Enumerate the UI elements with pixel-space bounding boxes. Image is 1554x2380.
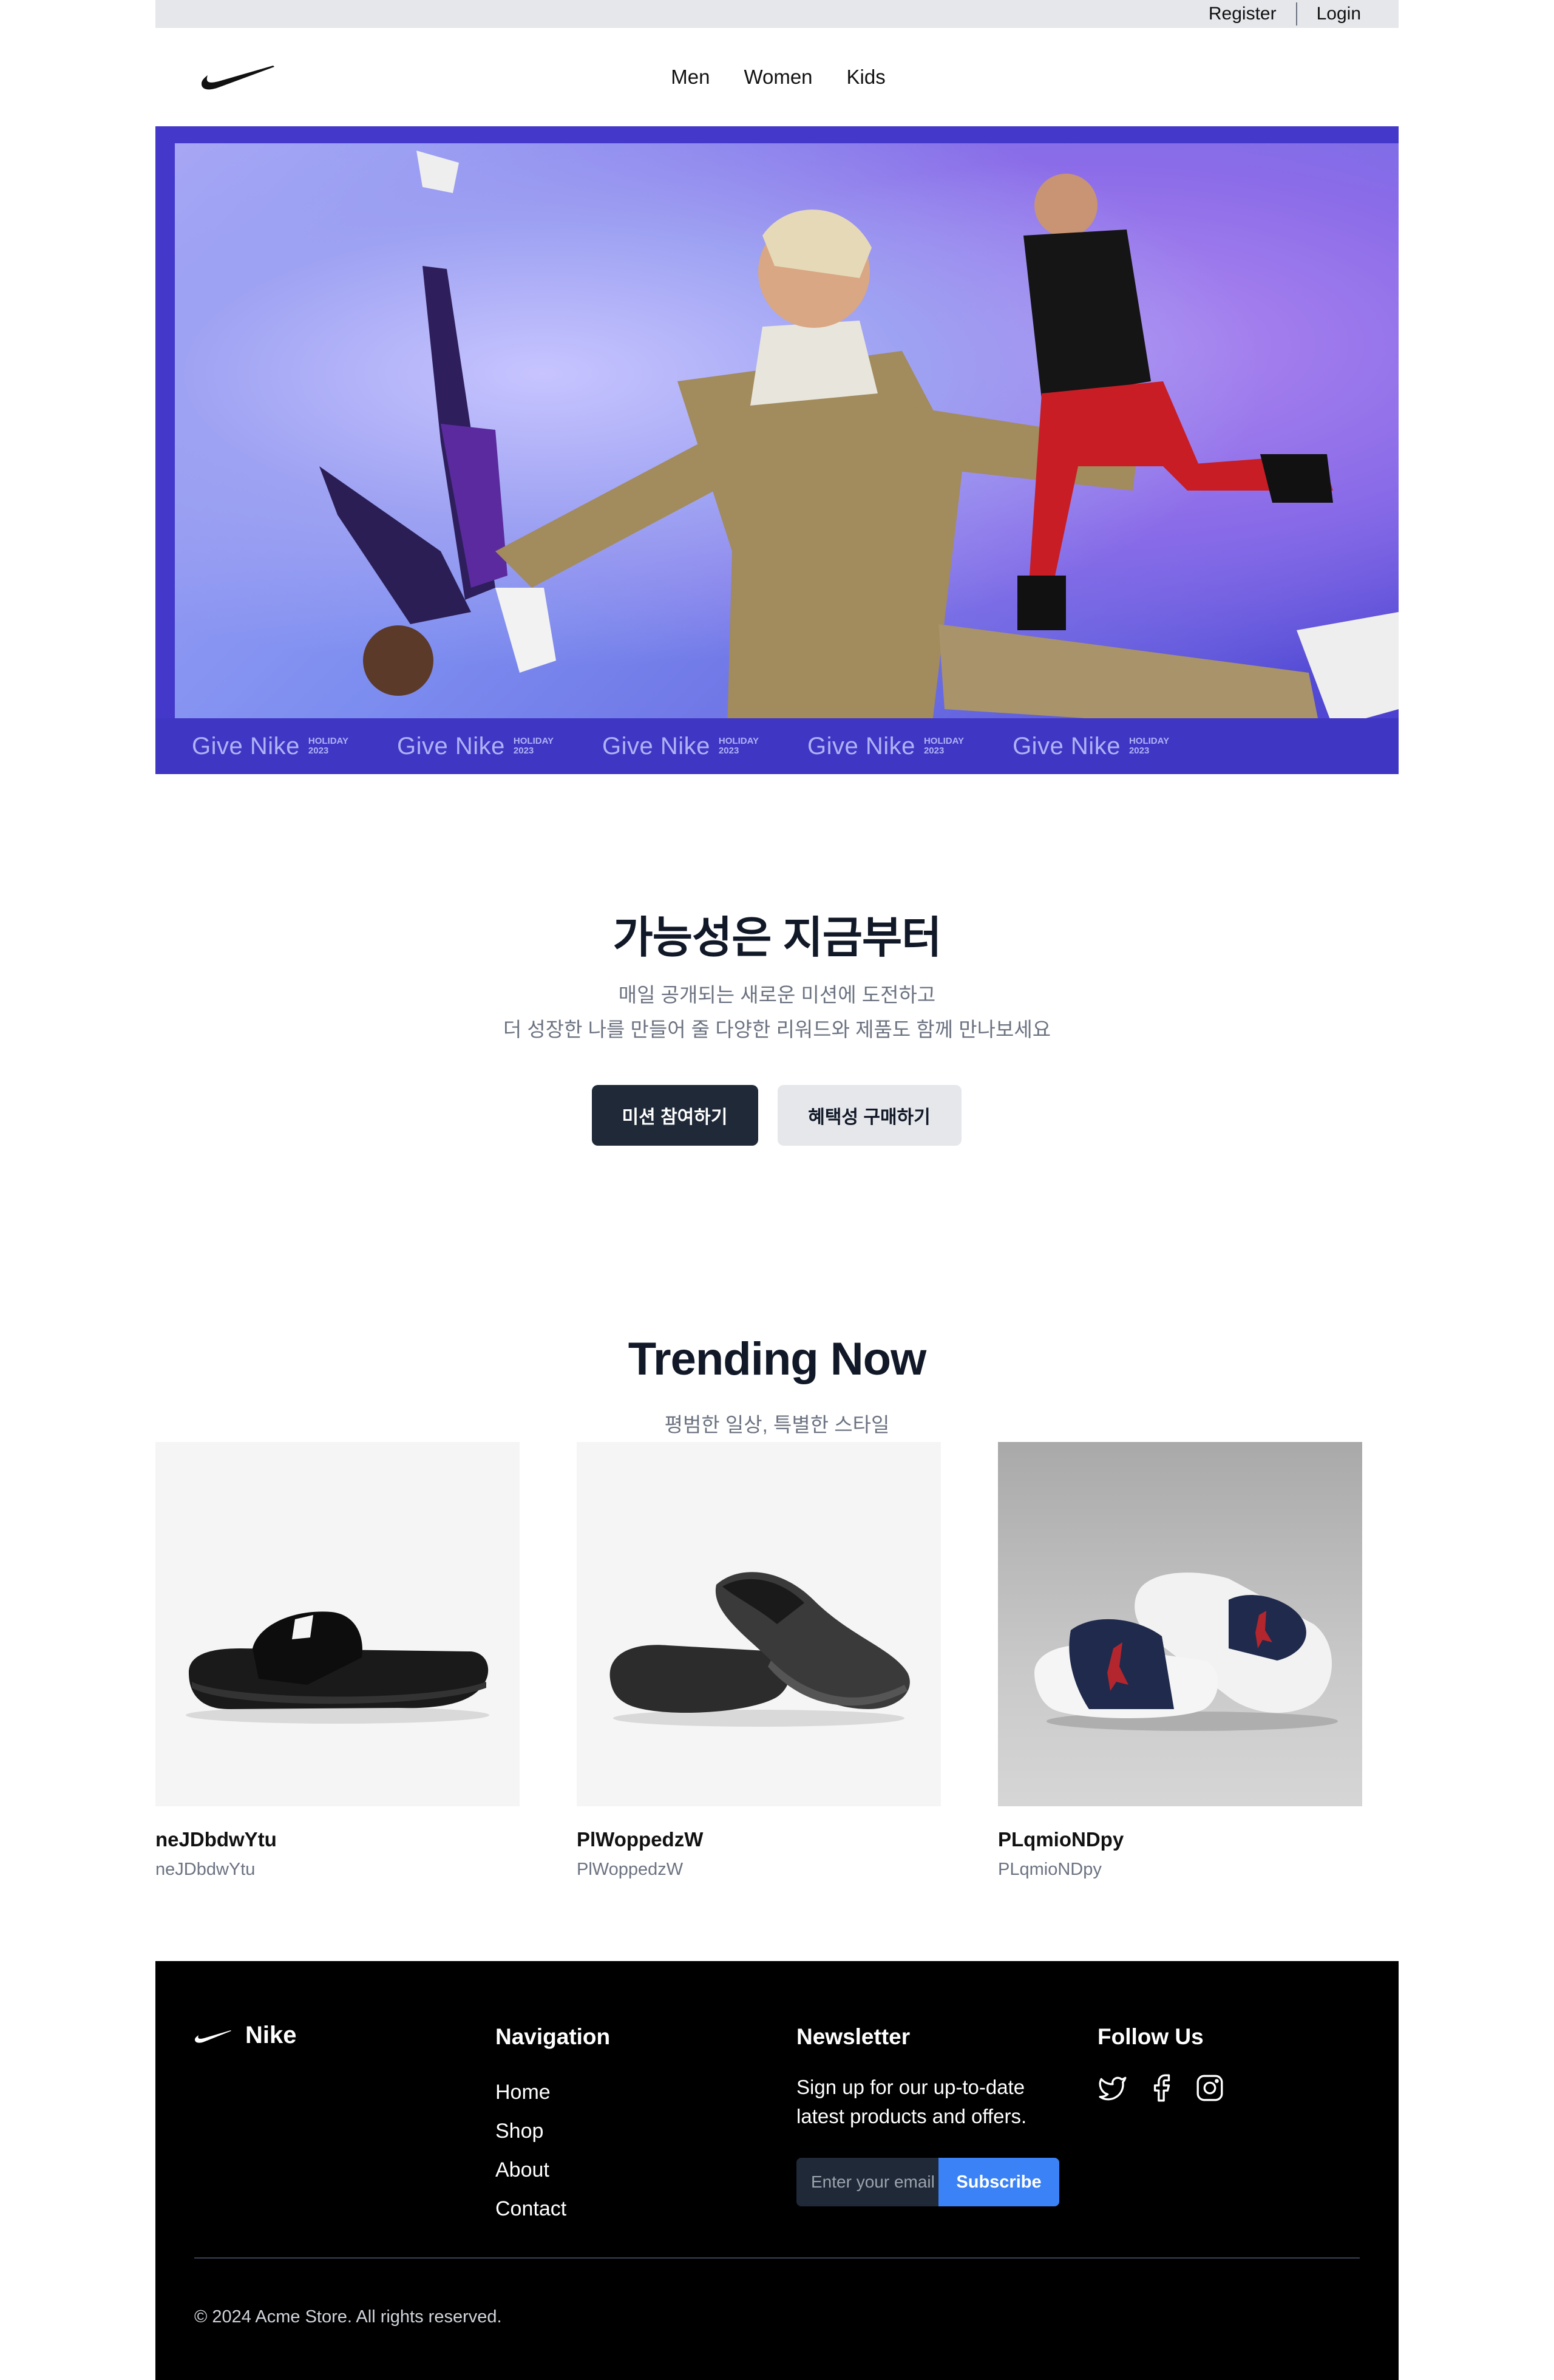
give-nike-mark: Give Nike HOLIDAY 2023 [192,732,349,760]
product-description: PlWoppedzW [577,1860,684,1879]
footer-link-home[interactable]: Home [495,2073,610,2112]
product-card[interactable]: PlWoppedzW PlWoppedzW [577,1442,941,1880]
product-card[interactable]: PLqmioNDpy PLqmioNDpy [998,1442,1362,1880]
product-name[interactable]: PLqmioNDpy [998,1828,1362,1851]
black-slide-sandal-image [186,1611,489,1724]
hero-banner[interactable]: Give Nike HOLIDAY 2023 Give Nike HOLIDAY 202… [155,126,1399,774]
product-image[interactable] [155,1442,520,1806]
twitter-icon[interactable] [1098,2073,1128,2103]
trending-section: Trending Now 평범한 일상, 특별한 스타일 neJDbdwYtu … [155,1305,1399,1961]
copyright: © 2024 Acme Store. All rights reserved. [194,2307,502,2327]
footer-navigation: Navigation Home Shop About Contact [495,2024,610,2228]
give-nike-mark: Give Nike HOLIDAY 2023 [602,732,759,760]
nav-men[interactable]: Men [671,66,710,89]
give-nike-mark: Give Nike HOLIDAY 2023 [1013,732,1170,760]
product-image[interactable] [998,1442,1362,1806]
mission-title: 가능성은 지금부터 [612,914,942,962]
mission-buttons: 미션 참여하기 혜택성 구매하기 [155,1085,1399,1146]
site-header: Men Women Kids [155,28,1399,126]
footer-brand-name: Nike [245,2022,297,2048]
site-footer: Nike Navigation Home Shop About Contact … [155,1961,1399,2380]
product-name[interactable]: neJDbdwYtu [155,1828,520,1851]
footer-brand[interactable]: Nike [194,2022,297,2049]
subscribe-button[interactable]: Subscribe [938,2158,1059,2206]
register-link[interactable]: Register [1189,0,1296,28]
hero-strip: Give Nike HOLIDAY 2023 Give Nike HOLIDAY 202… [155,718,1399,774]
give-nike-mark: Give Nike HOLIDAY 2023 [807,732,965,760]
shop-benefits-button[interactable]: 혜택성 구매하기 [777,1085,962,1146]
mission-section: 가능성은 지금부터 매일 공개되는 새로운 미션에 도전하고 더 성장한 나를 … [155,774,1399,1248]
product-grid: neJDbdwYtu neJDbdwYtu PlWoppedzW PlWoppe… [155,1442,1362,1880]
footer-divider [194,2257,1360,2259]
trending-title: Trending Now [628,1333,926,1385]
jordan-navy-white-slides-image [1034,1572,1338,1731]
footer-nav-title: Navigation [495,2024,611,2049]
newsletter-form: Subscribe [796,2158,1064,2206]
product-description: neJDbdwYtu [155,1860,256,1879]
hero-athletes-image [319,151,1399,774]
follow-title: Follow Us [1098,2024,1204,2049]
email-input[interactable] [796,2158,938,2206]
nike-swoosh-icon [195,2030,231,2043]
black-flip-flop-image [609,1572,910,1727]
footer-social: Follow Us [1098,2024,1225,2103]
footer-link-shop[interactable]: Shop [495,2112,610,2150]
nav-women[interactable]: Women [744,66,812,89]
product-name[interactable]: PlWoppedzW [577,1828,941,1851]
utility-bar: Register Login [155,0,1399,28]
facebook-icon[interactable] [1146,2073,1176,2103]
product-card[interactable]: neJDbdwYtu neJDbdwYtu [155,1442,520,1880]
mission-description: 매일 공개되는 새로운 미션에 도전하고 더 성장한 나를 만들어 줄 다양한 … [155,977,1399,1047]
footer-link-contact[interactable]: Contact [495,2189,610,2228]
footer-link-about[interactable]: About [495,2150,610,2189]
mission-line-1: 매일 공개되는 새로운 미션에 도전하고 [618,984,936,1006]
newsletter-text: Sign up for our up-to-date latest produc… [796,2076,1027,2127]
instagram-icon[interactable] [1195,2073,1225,2103]
main-nav: Men Women Kids [155,28,1399,126]
product-description: PLqmioNDpy [998,1860,1102,1879]
login-link[interactable]: Login [1297,0,1380,28]
mission-line-2: 더 성장한 나를 만들어 줄 다양한 리워드와 제품도 함께 만나보세요 [503,1018,1051,1041]
join-mission-button[interactable]: 미션 참여하기 [591,1085,758,1146]
trending-subtitle: 평범한 일상, 특별한 스타일 [664,1413,890,1436]
product-image[interactable] [577,1442,941,1806]
footer-newsletter: Newsletter Sign up for our up-to-date la… [796,2024,1064,2206]
newsletter-title: Newsletter [796,2024,911,2049]
nav-kids[interactable]: Kids [847,66,886,89]
give-nike-mark: Give Nike HOLIDAY 2023 [397,732,554,760]
social-icons [1098,2073,1225,2103]
